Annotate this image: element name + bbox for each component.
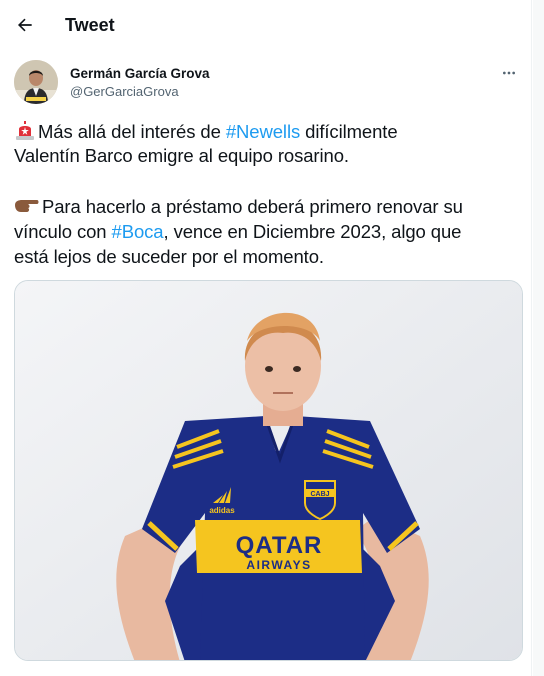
rotating-light-emoji [14, 119, 36, 147]
tweet-image[interactable]: CABJ adidas QATAR AIRWAYS [14, 280, 523, 661]
page-title: Tweet [65, 15, 115, 35]
scrollbar[interactable] [533, 0, 544, 676]
tweet-text-line: Para hacerlo a préstamo deberá primero r… [14, 195, 524, 222]
more-options-button[interactable] [496, 62, 522, 84]
header: Tweet [0, 0, 532, 52]
avatar[interactable] [14, 60, 58, 104]
tweet-author: Germán García Grova @GerGarciaGrova [14, 60, 524, 106]
tweet-page: Tweet Germán García Grova @GerGarciaGrov… [0, 0, 532, 676]
crest-text: CABJ [310, 491, 329, 498]
tweet-text-line: vínculo con #Boca, vence en Diciembre 20… [14, 221, 462, 242]
hashtag-link[interactable]: #Newells [226, 121, 300, 142]
tweet-text-line: Más allá del interés de #Newells difícil… [14, 119, 524, 147]
backhand-index-pointing-right-emoji [14, 196, 40, 222]
player-photo: CABJ adidas QATAR AIRWAYS [15, 281, 522, 660]
sponsor-subtext: AIRWAYS [246, 558, 311, 572]
arrow-left-icon [18, 18, 32, 32]
more-horizontal-icon [503, 71, 515, 75]
author-name[interactable]: Germán García Grova [70, 66, 210, 81]
hashtag-link[interactable]: #Boca [112, 221, 164, 242]
tweet-text-line: Valentín Barco emigre al equipo rosarino… [14, 145, 349, 166]
tweet-text-line: está lejos de suceder por el momento. [14, 246, 324, 267]
sponsor-text: QATAR [236, 532, 323, 559]
back-button[interactable] [8, 8, 42, 42]
author-handle[interactable]: @GerGarciaGrova [70, 84, 179, 99]
jersey-brand: adidas [209, 506, 235, 515]
crest-badge: CABJ [304, 480, 336, 521]
